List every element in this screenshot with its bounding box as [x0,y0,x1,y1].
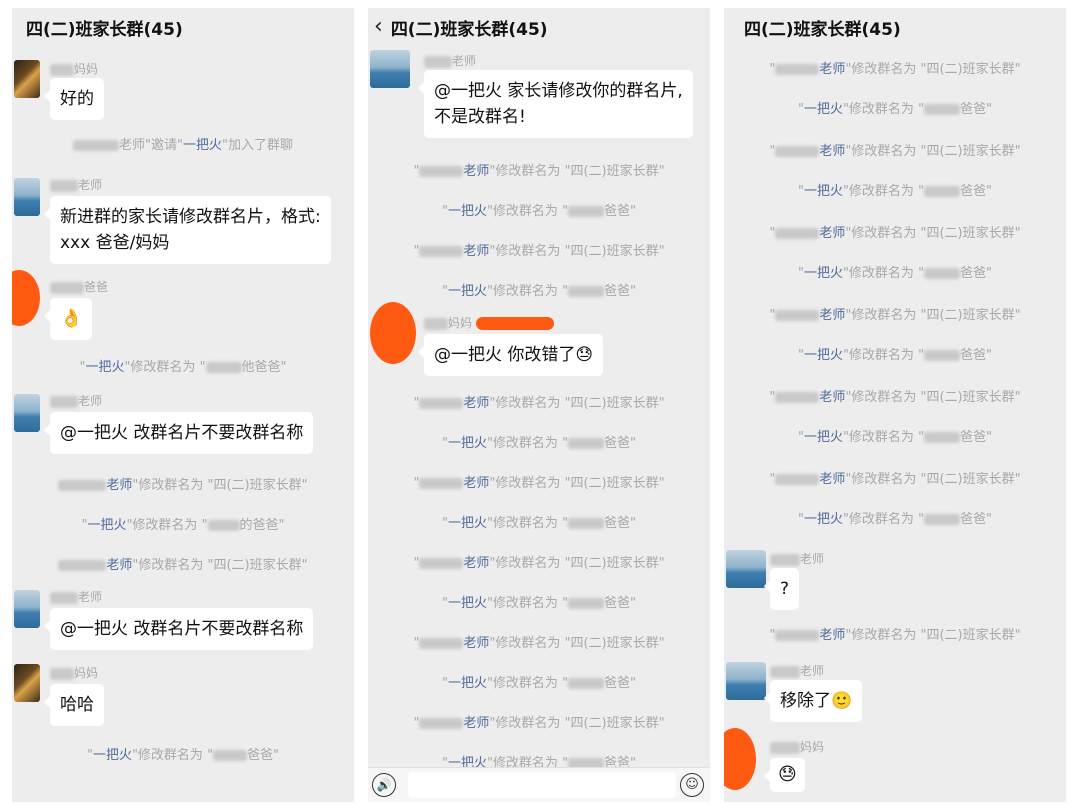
sender-name: 爸爸 [50,278,108,295]
sender-name: 老师 [770,662,824,679]
system-notice: " 老师"修改群名为 "四(二)班家长群" [769,472,1021,487]
system-notice: "一把火"修改群名为 " 的爸爸" [81,518,285,533]
avatar[interactable] [726,550,766,588]
system-notice: " 老师"修改群名为 "四(二)班家长群" [413,556,665,571]
chat-header: 四(二)班家长群(45) [12,8,354,46]
system-notice: 老师"修改群名为 "四(二)班家长群" [12,554,354,573]
chat-screenshot-3: 四(二)班家长群(45) " 老师"修改群名为 "四(二)班家长群" "一把火"修… [724,8,1066,802]
sender-name: 老师 [50,176,102,193]
system-notice: " 老师"修改群名为 "四(二)班家长群" [769,390,1021,405]
system-notice: "一把火"修改群名为 " 爸爸" [441,204,637,219]
system-notice: " 老师"修改群名为 "四(二)班家长群" [769,308,1021,323]
sender-name: 老师 [424,52,476,69]
avatar[interactable] [370,302,416,364]
message-bubble[interactable]: ? [763,568,800,610]
system-notice: " 老师"修改群名为 "四(二)班家长群" [769,226,1021,241]
sender-name: 老师 [770,550,824,567]
sender-name: 老师 [50,392,102,409]
sender-name: 老师 [50,588,102,605]
system-notice: " 老师"修改群名为 "四(二)班家长群" [769,144,1021,159]
message-bubble[interactable]: 👌 [43,298,93,340]
system-notice: 老师"邀请"一把火"加入了群聊 [12,134,354,153]
sender-name: 妈妈 [424,314,555,331]
system-notice: "一把火"修改群名为 " 爸爸" [797,184,993,199]
system-notice: "一把火"修改群名为 " 爸爸" [441,516,637,531]
avatar[interactable] [726,662,766,700]
group-title: 四(二)班家长群(45) [26,19,183,40]
system-notice: "一把火"修改群名为 " 爸爸" [441,436,637,451]
system-notice: " 老师"修改群名为 "四(二)班家长群" [413,636,665,651]
avatar[interactable] [14,590,40,628]
system-notice: " 老师"修改群名为 "四(二)班家长群" [413,164,665,179]
avatar[interactable] [724,728,756,790]
message-bubble[interactable]: @一把火 改群名片不要改群名称 [43,412,314,454]
system-notice: "一把火"修改群名为 " 爸爸" [797,348,993,363]
system-notice: "一把火"修改群名为 " 爸爸" [441,676,637,691]
system-notice: "一把火"修改群名为 " 爸爸" [797,266,993,281]
avatar[interactable] [14,394,40,432]
back-icon[interactable]: ‹ [374,16,383,38]
system-notice: "一把火"修改群名为 " 他爸爸" [79,360,287,375]
message-bubble[interactable]: @一把火 你改错了😓 [417,334,604,376]
system-notice: " 老师"修改群名为 "四(二)班家长群" [769,628,1021,643]
avatar[interactable] [14,664,40,702]
avatar[interactable] [12,270,40,326]
avatar[interactable] [14,178,40,216]
sender-name: 妈妈 [50,60,98,77]
voice-icon[interactable]: 🔊 [372,773,396,797]
message-list[interactable]: " 老师"修改群名为 "四(二)班家长群" "一把火"修改群名为 " 爸爸" " 老师… [724,46,1066,802]
system-notice: "一把火"修改群名为 " 爸爸" [86,748,280,763]
avatar[interactable] [370,50,410,88]
sender-name: 妈妈 [770,738,824,755]
group-title: 四(二)班家长群(45) [390,19,548,40]
system-notice: " 老师"修改群名为 "四(二)班家长群" [769,62,1021,77]
message-bubble[interactable]: 好的 [44,78,104,120]
system-notice: " 老师"修改群名为 "四(二)班家长群" [413,476,665,491]
system-notice: "一把火"修改群名为 " 爸爸" [441,284,637,299]
chat-header: 四(二)班家长群(45) [724,8,1066,46]
chat-screenshot-2: ‹ 四(二)班家长群(45) 老师 @一把火 家长请修改你的群名片, 不是改群名!… [368,8,710,802]
system-notice: 老师"修改群名为 "四(二)班家长群" [12,474,354,493]
message-bubble[interactable]: 😓 [764,758,805,792]
system-notice: " 老师"修改群名为 "四(二)班家长群" [413,244,665,259]
message-bubble[interactable]: 新进群的家长请修改群名片，格式: xxx 爸爸/妈妈 [44,196,331,264]
message-list[interactable]: 老师 @一把火 家长请修改你的群名片, 不是改群名! " 老师"修改群名为 "四(二… [368,46,710,802]
input-bar: 🔊 ☺ [368,767,710,802]
message-list[interactable]: 妈妈 好的 老师"邀请"一把火"加入了群聊 老师 新进群的家长请修改群名片，格式… [12,46,354,802]
system-notice: " 老师"修改群名为 "四(二)班家长群" [413,716,665,731]
system-notice: "一把火"修改群名为 " 爸爸" [797,512,993,527]
chat-screenshot-1: 四(二)班家长群(45) 妈妈 好的 老师"邀请"一把火"加入了群聊 老师 新进… [12,8,354,802]
system-notice: "一把火"修改群名为 " 爸爸" [797,430,993,445]
emoji-icon[interactable]: ☺ [680,773,704,797]
chat-header: ‹ 四(二)班家长群(45) [368,8,710,46]
message-bubble[interactable]: 哈哈 [44,684,104,726]
system-notice: "一把火"修改群名为 " 爸爸" [441,596,637,611]
message-input[interactable] [408,772,676,798]
message-bubble[interactable]: 移除了🙂 [763,680,863,722]
group-title: 四(二)班家长群(45) [744,19,901,40]
system-notice: " 老师"修改群名为 "四(二)班家长群" [413,396,665,411]
message-bubble[interactable]: @一把火 家长请修改你的群名片, 不是改群名! [418,70,693,138]
sender-name: 妈妈 [50,664,98,681]
avatar[interactable] [14,60,40,98]
system-notice: "一把火"修改群名为 " 爸爸" [797,102,993,117]
message-bubble[interactable]: @一把火 改群名片不要改群名称 [43,608,314,650]
